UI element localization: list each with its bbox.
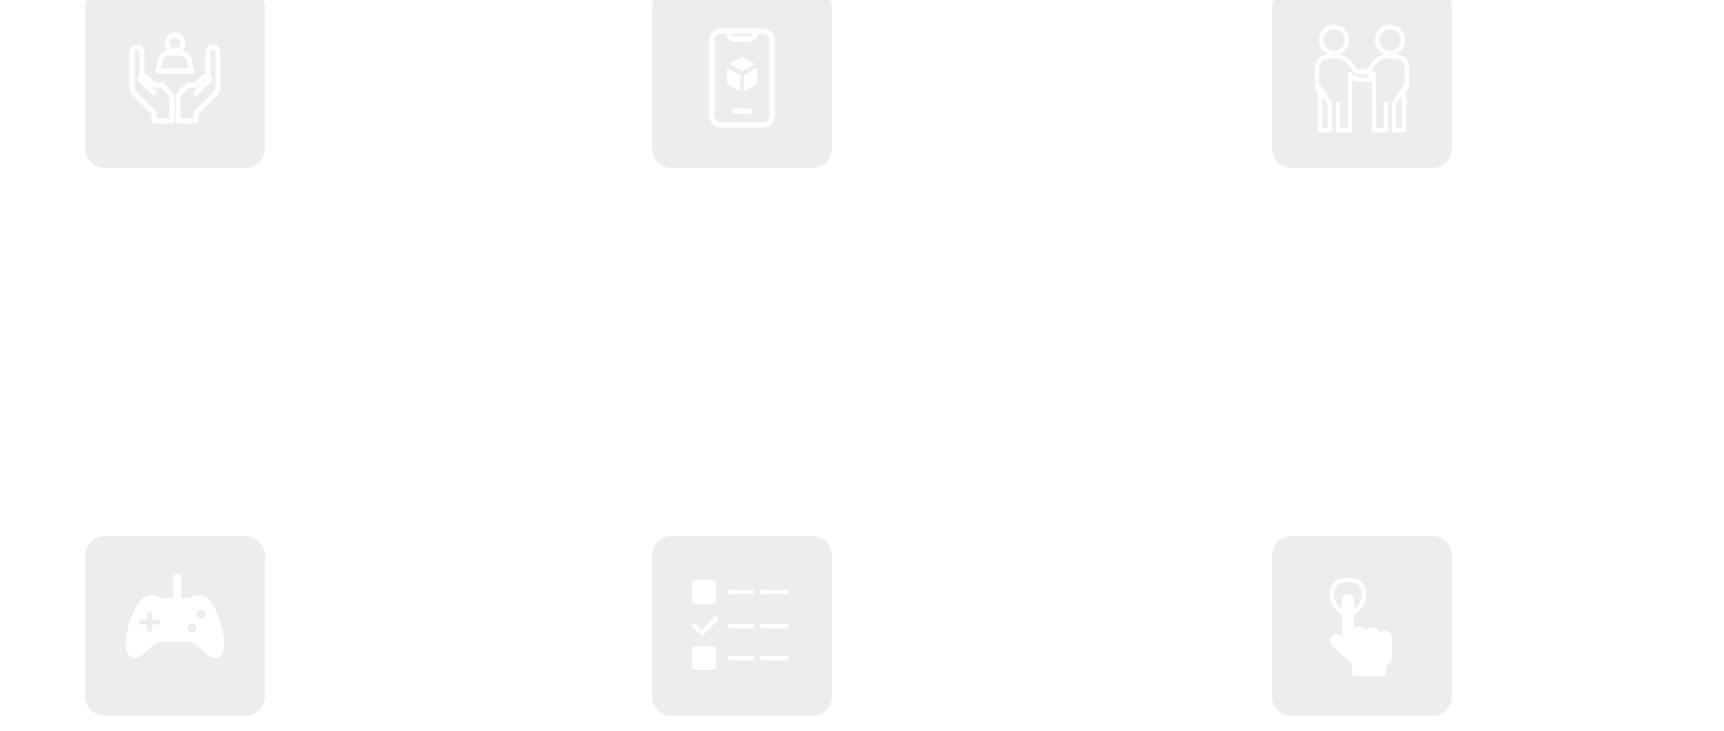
tile-two-people[interactable] — [1272, 0, 1452, 168]
tap-gesture-icon — [1329, 577, 1392, 676]
game-controller-icon — [125, 574, 225, 659]
hands-holding-person-icon — [129, 32, 221, 124]
tile-tap-gesture[interactable] — [1272, 536, 1452, 716]
tile-game-controller[interactable] — [85, 536, 265, 716]
icon-grid — [0, 0, 1724, 731]
checklist-icon — [691, 580, 789, 670]
two-people-icon — [1314, 24, 1410, 133]
tile-hands-holding-person[interactable] — [85, 0, 265, 168]
mobile-phone-package-icon — [709, 28, 775, 128]
tile-mobile-package[interactable] — [652, 0, 832, 168]
tile-checklist[interactable] — [652, 536, 832, 716]
